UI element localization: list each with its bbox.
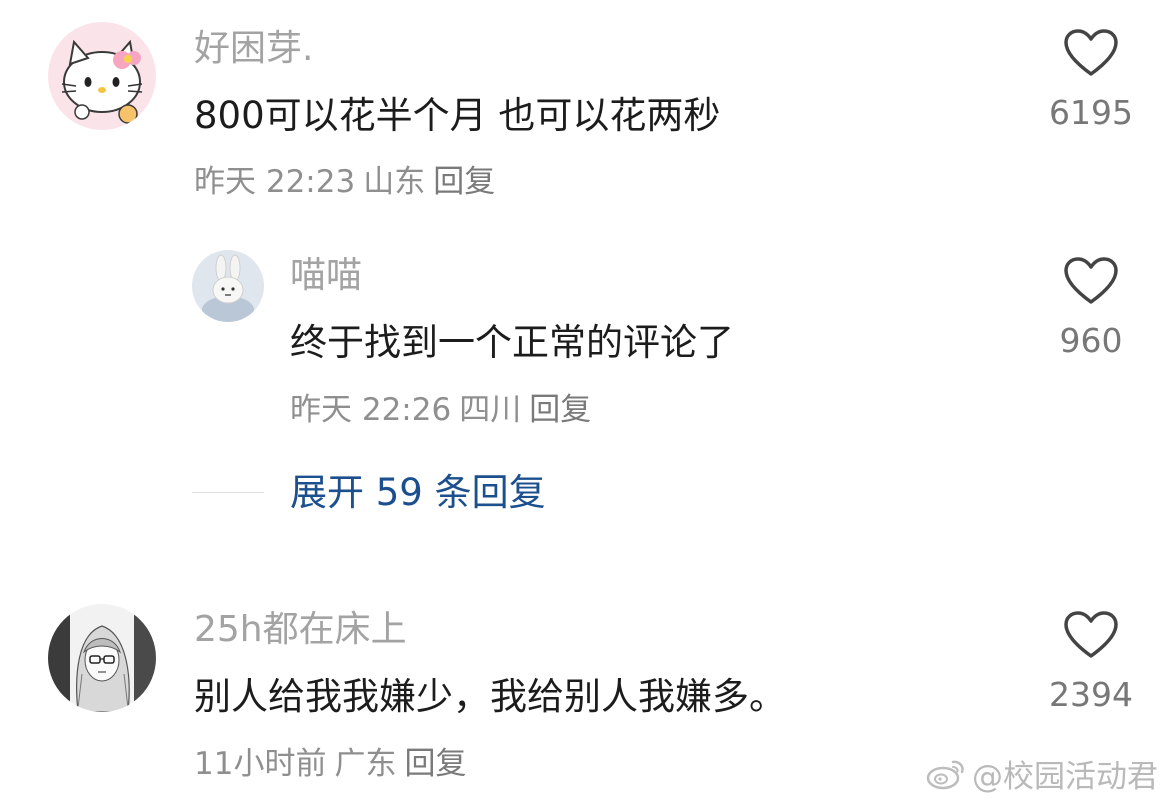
like-button[interactable]: 960 [1036, 256, 1146, 357]
watermark: @校园活动君 [926, 751, 1158, 796]
avatar[interactable] [48, 604, 156, 712]
reply-button[interactable]: 回复 [529, 392, 591, 428]
avatar[interactable] [48, 22, 156, 130]
like-button[interactable]: 2394 [1036, 610, 1146, 711]
reply-button[interactable]: 回复 [404, 746, 466, 782]
reply-meta: 昨天 22:26 四川 回复 [290, 395, 599, 426]
bunny-plush-avatar-icon [192, 250, 264, 322]
comment-content: 别人给我我嫌少，我给别人我嫌多。 [194, 675, 786, 718]
watermark-text: @校园活动君 [972, 759, 1158, 795]
heart-icon [1064, 29, 1118, 76]
hello-kitty-avatar-icon [48, 22, 156, 130]
comment-time: 11小时前 [194, 746, 327, 782]
reply-location: 四川 [459, 392, 522, 428]
comment-time: 昨天 22:23 [194, 164, 356, 200]
like-count: 2394 [1049, 675, 1133, 714]
reply-button[interactable]: 回复 [433, 164, 495, 200]
manga-girl-avatar-icon [48, 604, 156, 712]
heart-icon [1064, 611, 1118, 658]
like-count: 960 [1059, 321, 1123, 360]
weibo-logo-icon [926, 760, 964, 789]
comment-content: 800可以花半个月 也可以花两秒 [194, 94, 721, 137]
comment-location: 山东 [363, 164, 426, 200]
like-button[interactable]: 6195 [1036, 28, 1146, 129]
comment-username[interactable]: 25h都在床上 [194, 612, 407, 648]
expand-replies-button[interactable]: 展开 59 条回复 [290, 474, 546, 511]
heart-icon [1064, 257, 1118, 304]
reply-content: 终于找到一个正常的评论了 [290, 321, 734, 364]
reply-time: 昨天 22:26 [290, 392, 452, 428]
comment-username[interactable]: 好困芽. [194, 31, 313, 67]
comment-location: 广东 [334, 746, 397, 782]
comment-meta: 11小时前 广东 回复 [194, 749, 474, 780]
comment-meta: 昨天 22:23 山东 回复 [194, 167, 503, 198]
divider [192, 492, 264, 493]
like-count: 6195 [1049, 93, 1133, 132]
avatar[interactable] [192, 250, 264, 322]
reply-username[interactable]: 喵喵 [290, 258, 362, 294]
